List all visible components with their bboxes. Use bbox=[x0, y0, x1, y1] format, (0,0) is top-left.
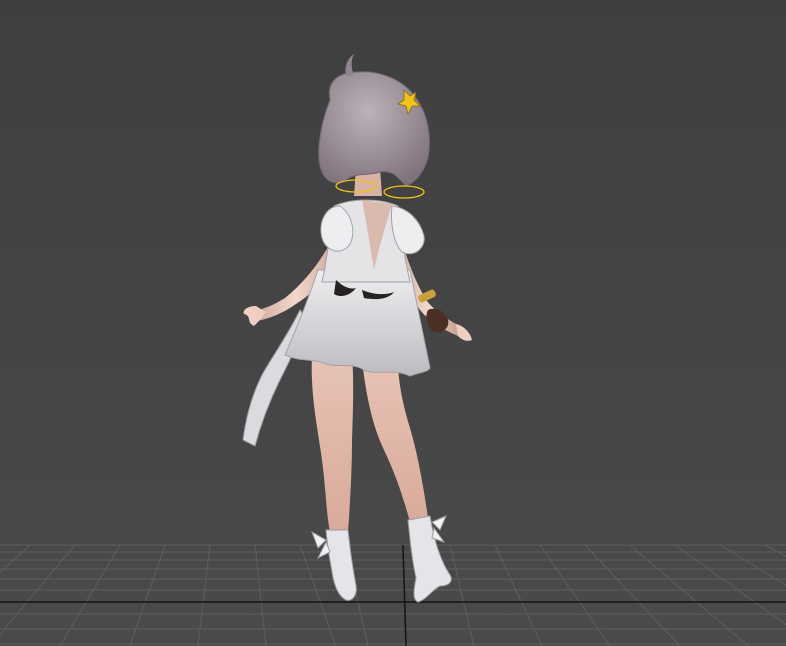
hair bbox=[318, 71, 430, 187]
3d-viewport[interactable] bbox=[0, 0, 786, 646]
right-boot bbox=[407, 515, 452, 603]
character-model[interactable] bbox=[242, 54, 472, 603]
dark-wristband bbox=[426, 308, 449, 333]
right-boot-bow bbox=[431, 515, 447, 543]
halo-ring-right bbox=[383, 185, 425, 199]
hair-ahoge bbox=[345, 54, 354, 76]
right-hand bbox=[456, 324, 472, 341]
viewport-canvas[interactable] bbox=[0, 0, 786, 646]
left-leg bbox=[311, 355, 354, 532]
ground-grid bbox=[0, 544, 786, 646]
right-leg bbox=[362, 360, 428, 522]
